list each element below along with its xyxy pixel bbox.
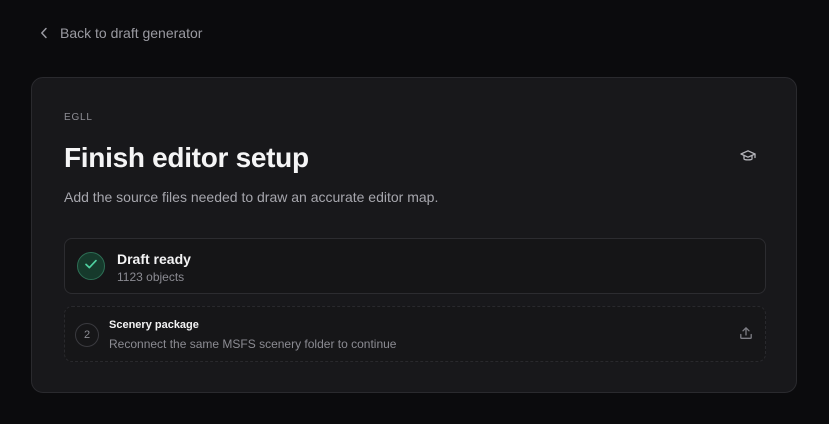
upload-icon	[739, 326, 753, 345]
airport-code: EGLL	[64, 112, 93, 123]
page-subtitle: Add the source files needed to draw an a…	[64, 189, 439, 205]
page: Back to draft generator EGLL Finish edit…	[0, 0, 829, 424]
chevron-left-icon	[40, 27, 48, 39]
step-scenery-package[interactable]: 2 Scenery package Reconnect the same MSF…	[64, 306, 766, 362]
step-detail: 1123 objects	[117, 270, 185, 284]
tutorial-button[interactable]	[738, 148, 758, 168]
check-icon	[84, 257, 98, 275]
step-draft-ready: Draft ready 1123 objects	[64, 238, 766, 294]
step-complete-badge	[77, 252, 105, 280]
step-detail: Reconnect the same MSFS scenery folder t…	[109, 337, 397, 351]
back-link-label: Back to draft generator	[60, 25, 203, 41]
upload-scenery-button[interactable]	[737, 326, 755, 344]
page-title: Finish editor setup	[64, 142, 309, 173]
step-title: Scenery package	[109, 319, 199, 331]
step-number-badge: 2	[75, 323, 99, 347]
setup-card: EGLL Finish editor setup Add the source …	[31, 77, 797, 393]
back-to-draft-generator-link[interactable]: Back to draft generator	[40, 24, 202, 42]
graduation-cap-icon	[740, 149, 756, 168]
step-title: Draft ready	[117, 251, 191, 267]
